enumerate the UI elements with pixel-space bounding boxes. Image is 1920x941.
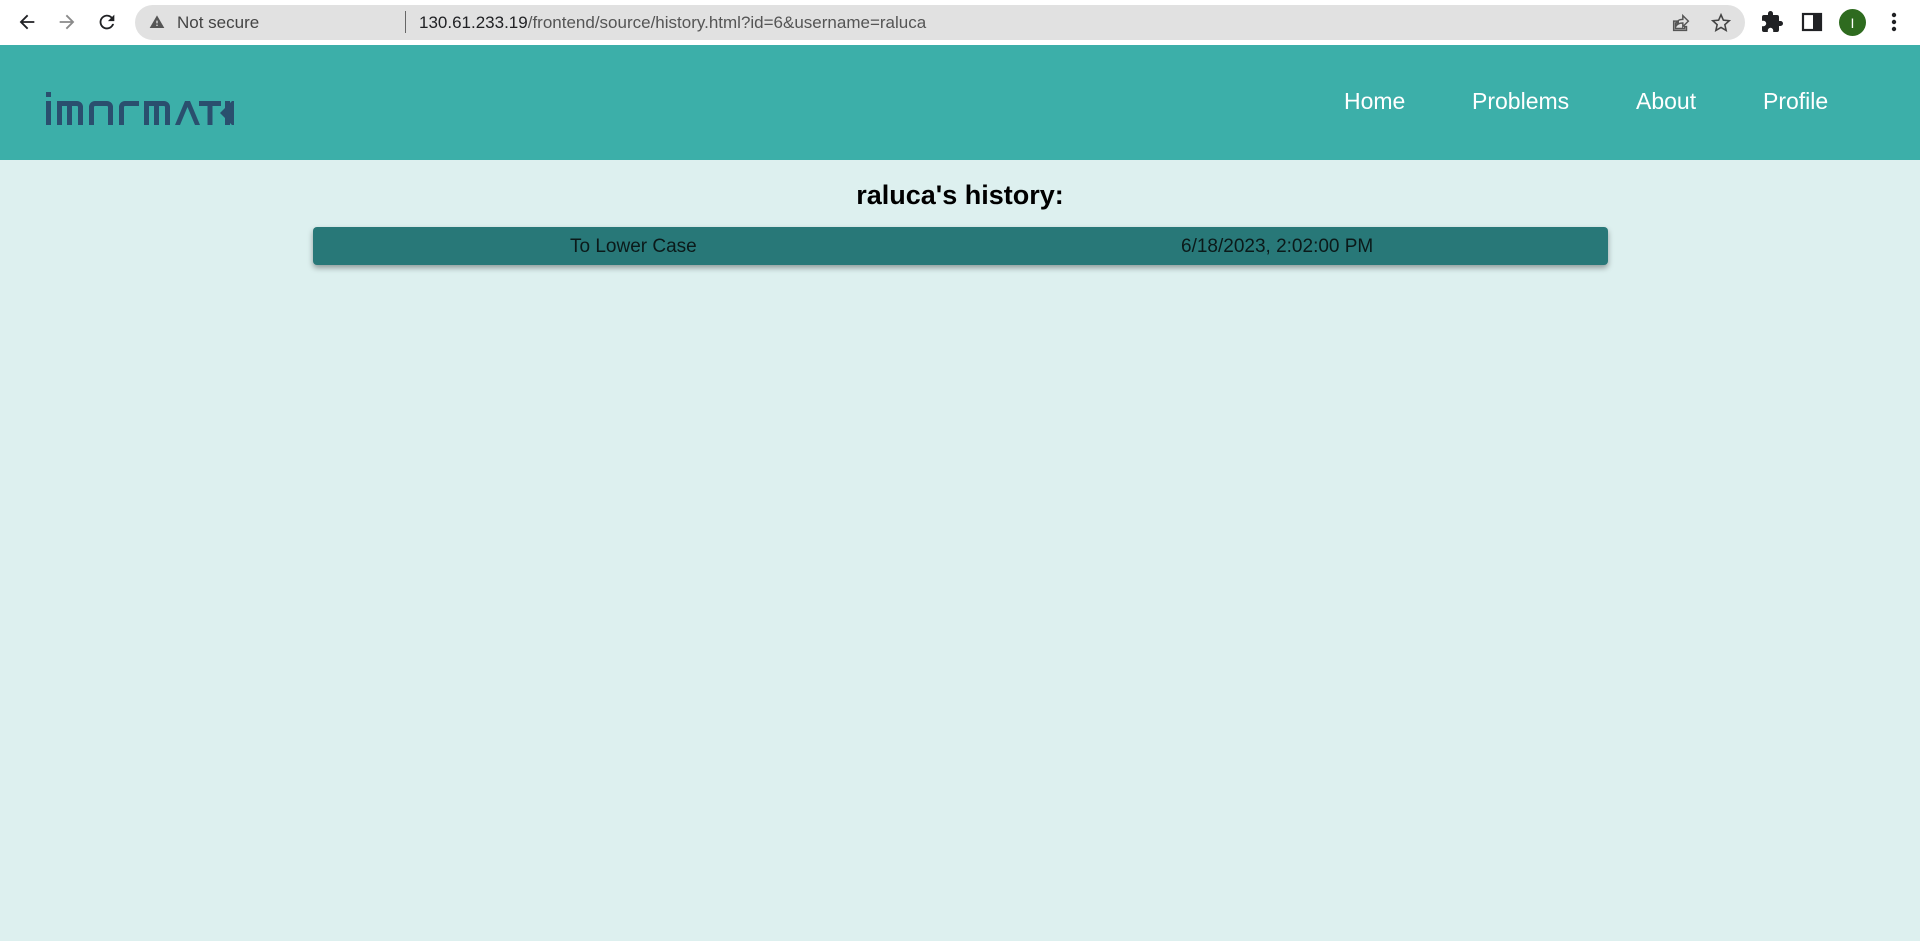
browser-toolbar: Not secure 130.61.233.19/frontend/source…: [0, 0, 1920, 45]
url-host: 130.61.233.19: [419, 13, 528, 32]
reload-icon: [99, 14, 115, 30]
nav-home-link[interactable]: Home: [1344, 88, 1405, 115]
security-label[interactable]: Not secure: [177, 13, 259, 33]
puzzle-icon[interactable]: [1760, 10, 1784, 34]
nav-problems-link[interactable]: Problems: [1472, 88, 1569, 115]
history-problem-name: To Lower Case: [570, 236, 697, 257]
site-header: Home Problems About Profile: [0, 45, 1920, 160]
star-icon[interactable]: [1710, 12, 1732, 34]
history-row[interactable]: To Lower Case 6/18/2023, 2:02:00 PM: [313, 227, 1608, 265]
page-title: raluca's history:: [856, 180, 1064, 210]
site-logo[interactable]: [44, 90, 234, 130]
history-list: To Lower Case 6/18/2023, 2:02:00 PM: [313, 227, 1608, 265]
reload-button[interactable]: [87, 2, 127, 42]
back-button[interactable]: [7, 2, 47, 42]
divider: [405, 11, 406, 33]
more-icon[interactable]: [1884, 10, 1904, 34]
share-icon[interactable]: [1670, 12, 1692, 34]
forward-button[interactable]: [47, 2, 87, 42]
address-bar[interactable]: Not secure 130.61.233.19/frontend/source…: [135, 5, 1745, 40]
history-date: 6/18/2023, 2:02:00 PM: [1181, 236, 1374, 257]
sidebar-icon[interactable]: [1800, 10, 1824, 34]
nav-about-link[interactable]: About: [1636, 88, 1696, 115]
nav-profile-link[interactable]: Profile: [1763, 88, 1828, 115]
back-icon: [19, 14, 35, 30]
url-text[interactable]: 130.61.233.19/frontend/source/history.ht…: [419, 13, 926, 33]
profile-avatar[interactable]: I: [1839, 9, 1866, 36]
url-path: /frontend/source/history.html?id=6&usern…: [527, 13, 927, 32]
warning-icon: [149, 15, 165, 28]
forward-icon: [59, 14, 75, 30]
